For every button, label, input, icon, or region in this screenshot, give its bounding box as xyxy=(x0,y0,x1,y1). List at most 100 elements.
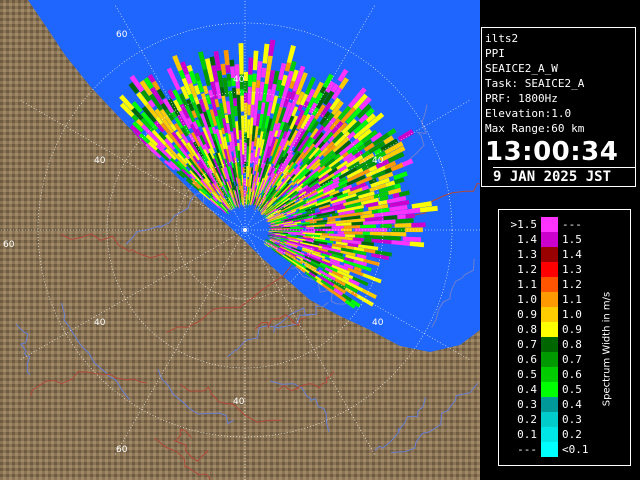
scale-high-label: 0.8 xyxy=(562,338,582,351)
echo-cell xyxy=(243,178,245,186)
echo-cell xyxy=(337,231,344,234)
scale-swatch xyxy=(541,247,558,262)
ring-label: 40 xyxy=(94,318,106,328)
scale-swatch xyxy=(541,292,558,307)
color-scale-legend: Spectrum Width in m/s >1.5 --- 1.4 1.5 1.3 1.… xyxy=(498,209,631,466)
scan-mode: PPI xyxy=(485,47,505,60)
scale-row: 1.3 1.4 xyxy=(499,247,630,262)
ring-label: 40 xyxy=(233,75,245,85)
echo-cell xyxy=(242,154,245,165)
station-name: ilts2 xyxy=(485,32,519,45)
scale-row: 0.2 0.3 xyxy=(499,412,630,427)
echo-cell xyxy=(397,214,406,220)
scale-swatch xyxy=(541,322,558,337)
echo-cell xyxy=(252,73,257,82)
echo-cell xyxy=(327,231,334,234)
scale-swatch xyxy=(541,427,558,442)
scale-low-label: 0.7 xyxy=(517,338,537,351)
echo-cell xyxy=(226,73,232,81)
scale-low-label: 1.2 xyxy=(517,263,537,276)
echo-cell xyxy=(410,236,422,242)
scale-row: 0.4 0.5 xyxy=(499,382,630,397)
ring-label: 40 xyxy=(372,318,384,328)
echo-cell xyxy=(405,213,415,219)
scale-low-label: 0.8 xyxy=(517,323,537,336)
scale-high-label: 0.7 xyxy=(562,353,582,366)
scale-low-label: 0.5 xyxy=(517,368,537,381)
echo-cell xyxy=(354,234,365,239)
elevation-value: Elevation:1.0 xyxy=(485,107,572,120)
scale-high-label: 0.4 xyxy=(562,398,582,411)
scale-row: 0.7 0.8 xyxy=(499,337,630,352)
echo-cell xyxy=(362,231,370,236)
scale-high-label: --- xyxy=(562,218,582,231)
ring-label: 60 xyxy=(116,30,128,40)
ring-label: 40 xyxy=(94,156,106,166)
scale-row: 0.8 0.9 xyxy=(499,322,630,337)
echo-cell xyxy=(380,223,392,228)
echo-cell xyxy=(241,128,245,139)
scale-high-label: 1.3 xyxy=(562,263,582,276)
echo-cell xyxy=(244,102,248,114)
echo-cell xyxy=(242,167,245,174)
echo-cell xyxy=(255,79,261,88)
echo-cell xyxy=(314,226,321,229)
scale-high-label: <0.1 xyxy=(562,443,589,456)
scale-swatch xyxy=(541,337,558,352)
scale-row: 0.9 1.0 xyxy=(499,307,630,322)
scale-row: 0.1 0.2 xyxy=(499,427,630,442)
task-name: Task: SEAICE2_A xyxy=(485,77,585,90)
scale-low-label: 1.4 xyxy=(517,233,537,246)
echo-cell xyxy=(394,223,412,228)
echo-cell xyxy=(238,43,244,56)
scale-swatch xyxy=(541,397,558,412)
scale-swatch xyxy=(541,442,558,457)
scale-row: 1.2 1.3 xyxy=(499,262,630,277)
scale-high-label: 0.5 xyxy=(562,383,582,396)
scale-swatch xyxy=(541,217,558,232)
scale-low-label: 0.6 xyxy=(517,353,537,366)
echo-cell xyxy=(243,71,249,81)
scale-high-label: 0.9 xyxy=(562,323,582,336)
scale-low-label: --- xyxy=(517,443,537,456)
echo-cell xyxy=(238,55,244,75)
scale-swatch xyxy=(541,352,558,367)
echo-cell xyxy=(248,74,253,87)
echo-cell xyxy=(244,92,248,103)
scale-high-label: 1.1 xyxy=(562,293,582,306)
radar-ppi-display: 40 60 40 60 40 40 40 60 40 xyxy=(0,0,480,480)
echo-cell xyxy=(248,57,254,75)
scale-row: >1.5 --- xyxy=(499,217,630,232)
echo-cell xyxy=(227,80,232,87)
scale-low-label: 0.4 xyxy=(517,383,537,396)
echo-cell xyxy=(236,88,241,95)
scale-row: 0.5 0.6 xyxy=(499,367,630,382)
scan-info-panel: ilts2 PPI SEAICE2_A_W Task: SEAICE2_A PR… xyxy=(481,27,636,187)
echo-cell xyxy=(246,137,250,147)
echo-cell xyxy=(240,89,244,96)
prf-value: PRF: 1800Hz xyxy=(485,92,558,105)
scale-low-label: 0.3 xyxy=(517,398,537,411)
echo-cell xyxy=(251,81,257,92)
echo-cell xyxy=(241,115,245,129)
echo-cell xyxy=(411,222,426,228)
scale-swatch xyxy=(541,412,558,427)
scale-swatch xyxy=(541,232,558,247)
scale-high-label: 0.2 xyxy=(562,428,582,441)
scale-high-label: 1.2 xyxy=(562,278,582,291)
ring-label: 40 xyxy=(233,397,245,407)
echo-cell xyxy=(281,229,291,231)
scale-row: --- <0.1 xyxy=(499,442,630,457)
scale-swatch xyxy=(541,307,558,322)
scale-row: 0.6 0.7 xyxy=(499,352,630,367)
max-range-value: Max Range:60 km xyxy=(485,122,585,135)
scale-high-label: 0.3 xyxy=(562,413,582,426)
scale-high-label: 1.4 xyxy=(562,248,582,261)
scale-high-label: 1.5 xyxy=(562,233,582,246)
scan-time: 13:00:34 xyxy=(485,137,619,167)
scale-low-label: 1.1 xyxy=(517,278,537,291)
scale-low-label: >1.5 xyxy=(510,218,538,231)
echo-cell xyxy=(389,232,407,237)
ring-label: 60 xyxy=(116,445,128,455)
radar-site-marker xyxy=(243,228,247,232)
